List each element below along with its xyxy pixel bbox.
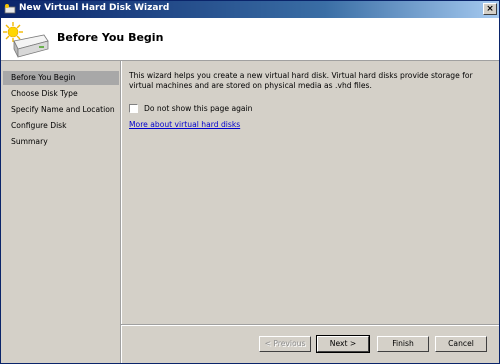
next-button[interactable]: Next >	[316, 335, 370, 353]
finish-button[interactable]: Finish	[377, 336, 429, 352]
disk-sun-icon	[3, 22, 49, 58]
window-title: New Virtual Hard Disk Wizard	[19, 3, 170, 13]
page-title: Before You Begin	[57, 31, 164, 44]
title-bar[interactable]: New Virtual Hard Disk Wizard ×	[1, 1, 499, 18]
wizard-header: Before You Begin	[1, 18, 499, 61]
step-choose-disk-type[interactable]: Choose Disk Type	[3, 87, 119, 101]
disk-icon	[4, 4, 16, 14]
dont-show-again-checkbox[interactable]	[129, 104, 138, 113]
step-specify-name-location[interactable]: Specify Name and Location	[3, 103, 119, 117]
dont-show-again-label[interactable]: Do not show this page again	[144, 103, 253, 115]
sidebar-divider	[120, 61, 122, 363]
cancel-button[interactable]: Cancel	[435, 336, 487, 352]
step-before-you-begin[interactable]: Before You Begin	[3, 71, 119, 85]
wizard-window: New Virtual Hard Disk Wizard × Before Yo…	[0, 0, 500, 364]
step-summary[interactable]: Summary	[3, 135, 119, 149]
footer-divider	[121, 324, 499, 326]
step-configure-disk[interactable]: Configure Disk	[3, 119, 119, 133]
wizard-description: This wizard helps you create a new virtu…	[129, 71, 473, 90]
previous-button[interactable]: < Previous	[259, 336, 311, 352]
page-content: This wizard helps you create a new virtu…	[129, 71, 489, 129]
wizard-steps: Before You Begin Choose Disk Type Specif…	[3, 67, 119, 323]
more-about-vhd-link[interactable]: More about virtual hard disks	[129, 119, 240, 131]
close-button[interactable]: ×	[483, 3, 497, 15]
